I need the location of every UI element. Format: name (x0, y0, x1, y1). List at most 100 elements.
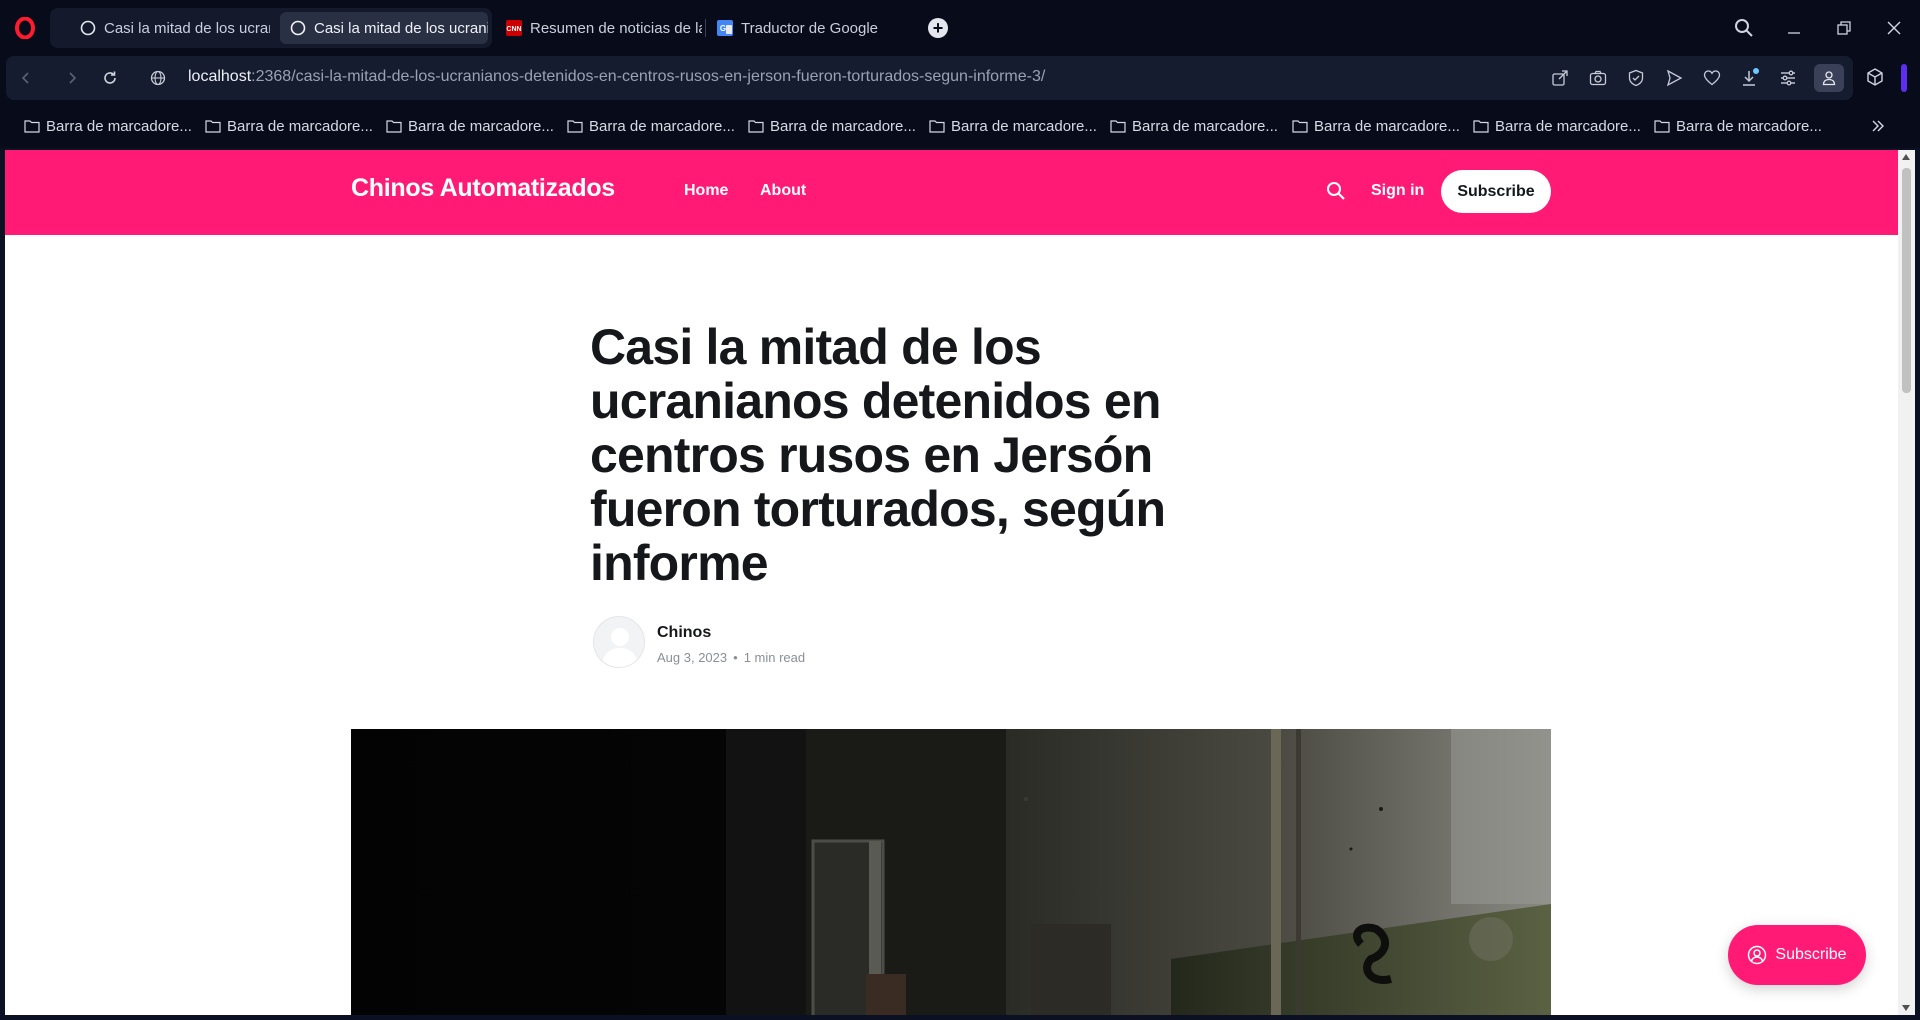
bookmarks-overflow-button[interactable] (1868, 116, 1888, 136)
close-window-button[interactable] (1880, 14, 1908, 42)
easy-setup-button[interactable] (1776, 66, 1800, 90)
feature-photo (351, 729, 1551, 1015)
folder-icon (1473, 120, 1489, 133)
nav-about[interactable]: About (760, 182, 806, 200)
site-logo-title[interactable]: Chinos Automatizados (351, 174, 615, 203)
cnn-icon: CNN (506, 20, 522, 36)
folder-icon (24, 120, 40, 133)
url-path: :2368/casi-la-mitad-de-los-ucranianos-de… (251, 68, 1046, 85)
minimize-icon (1788, 32, 1800, 34)
page-viewport: Chinos Automatizados Home About Sign in … (5, 150, 1898, 1015)
bookmark-folder[interactable]: Barra de marcadore... (1654, 115, 1822, 137)
opera-logo-icon[interactable] (14, 17, 36, 39)
signin-link[interactable]: Sign in (1371, 182, 1424, 200)
tab-label: Casi la mitad de los ucranianos detenido… (314, 19, 488, 37)
article-title: Casi la mitad de los ucranianos detenido… (590, 319, 1166, 591)
snapshot-button[interactable] (1586, 66, 1610, 90)
tab-label: Casi la mitad de los ucranianos detenido… (104, 19, 270, 37)
bookmark-label: Barra de marcadore... (1676, 117, 1822, 135)
author-name[interactable]: Chinos (657, 624, 711, 642)
send-icon (1666, 69, 1683, 87)
meta-separator: • (733, 650, 738, 665)
bookmark-folder[interactable]: Barra de marcadore... (1292, 115, 1460, 137)
folder-icon (205, 120, 221, 133)
scroll-down-arrow[interactable] (1902, 1005, 1910, 1011)
user-circle-icon (1748, 945, 1767, 965)
new-tab-button[interactable]: + (928, 18, 948, 38)
search-tabs-button[interactable] (1730, 14, 1758, 42)
minimize-button[interactable] (1780, 14, 1808, 42)
tab-article-1[interactable]: Casi la mitad de los ucranianos detenido… (70, 12, 270, 44)
adblock-button[interactable] (1624, 66, 1648, 90)
site-info-button[interactable] (146, 66, 170, 90)
bookmark-folder[interactable]: Barra de marcadore... (748, 115, 916, 137)
bookmark-folder[interactable]: Barra de marcadore... (386, 115, 554, 137)
publish-date: Aug 3, 2023 (657, 650, 728, 665)
scroll-up-arrow[interactable] (1902, 154, 1910, 160)
globe-icon (150, 70, 166, 86)
favorites-button[interactable] (1700, 66, 1724, 90)
user-placeholder-icon (602, 628, 638, 667)
sidebar-indicator[interactable] (1901, 64, 1907, 92)
site-header: Chinos Automatizados Home About Sign in … (5, 150, 1898, 235)
browser-tab-bar: Casi la mitad de los ucranianos detenido… (0, 0, 1920, 54)
bookmark-folder[interactable]: Barra de marcadore... (205, 115, 373, 137)
search-icon[interactable] (1325, 180, 1347, 202)
bookmark-label: Barra de marcadore... (227, 117, 373, 135)
read-time: 1 min read (743, 650, 806, 665)
tab-label: Resumen de noticias de la guerra (530, 19, 702, 37)
portal-subscribe-button[interactable]: Subscribe (1728, 925, 1866, 985)
tab-separator (705, 19, 706, 37)
bookmark-label: Barra de marcadore... (770, 117, 916, 135)
bookmark-folder[interactable]: Barra de marcadore... (1473, 115, 1641, 137)
bookmark-folder[interactable]: Barra de marcadore... (24, 115, 192, 137)
profile-button[interactable] (1814, 64, 1844, 92)
tab-cnn[interactable]: CNN Resumen de noticias de la guerra (496, 12, 702, 44)
bookmark-label: Barra de marcadore... (1495, 117, 1641, 135)
bookmark-folder[interactable]: Barra de marcadore... (929, 115, 1097, 137)
scroll-thumb[interactable] (1902, 168, 1911, 393)
flow-button[interactable] (1662, 66, 1686, 90)
portal-subscribe-label: Subscribe (1775, 946, 1847, 963)
google-translate-icon: G (717, 20, 733, 36)
subscribe-button[interactable]: Subscribe (1441, 170, 1551, 213)
bookmark-folder[interactable]: Barra de marcadore... (567, 115, 735, 137)
bookmark-folder[interactable]: Barra de marcadore... (1110, 115, 1278, 137)
author-avatar[interactable] (593, 616, 645, 668)
folder-icon (1654, 120, 1670, 133)
bookmark-label: Barra de marcadore... (46, 117, 192, 135)
downloads-button[interactable] (1738, 66, 1762, 90)
bookmark-label: Barra de marcadore... (408, 117, 554, 135)
page-scrollbar[interactable] (1898, 150, 1915, 1015)
tab-article-2-active[interactable]: Casi la mitad de los ucranianos detenido… (280, 12, 488, 44)
double-chevron-right-icon (1872, 120, 1884, 132)
forward-button[interactable] (60, 66, 84, 90)
bookmarks-bar: Barra de marcadore... Barra de marcadore… (0, 104, 1920, 148)
nav-home[interactable]: Home (684, 182, 728, 200)
reload-icon (104, 71, 116, 84)
close-icon (1887, 21, 1901, 35)
reload-button[interactable] (98, 66, 122, 90)
folder-icon (386, 120, 402, 133)
tab-google-translate[interactable]: G Traductor de Google (707, 12, 907, 44)
address-bar-row: localhost:2368/casi-la-mitad-de-los-ucra… (0, 54, 1920, 104)
user-icon (1822, 71, 1836, 86)
ghost-icon (80, 20, 96, 36)
chevron-right-icon (69, 72, 77, 84)
tab-label: Traductor de Google (741, 19, 879, 37)
back-button[interactable] (14, 66, 38, 90)
camera-icon (1589, 70, 1607, 86)
svg-text:CNN: CNN (506, 26, 521, 33)
url-host: localhost (188, 68, 252, 85)
bookmark-label: Barra de marcadore... (951, 117, 1097, 135)
restore-button[interactable] (1830, 14, 1858, 42)
extensions-button[interactable] (1862, 64, 1888, 90)
search-icon (1735, 19, 1753, 37)
url-field[interactable]: localhost:2368/casi-la-mitad-de-los-ucra… (188, 68, 1045, 86)
feature-image (351, 729, 1551, 1015)
folder-icon (929, 120, 945, 133)
shield-icon (1628, 69, 1644, 87)
share-button[interactable] (1548, 66, 1572, 90)
folder-icon (567, 120, 583, 133)
folder-icon (748, 120, 764, 133)
